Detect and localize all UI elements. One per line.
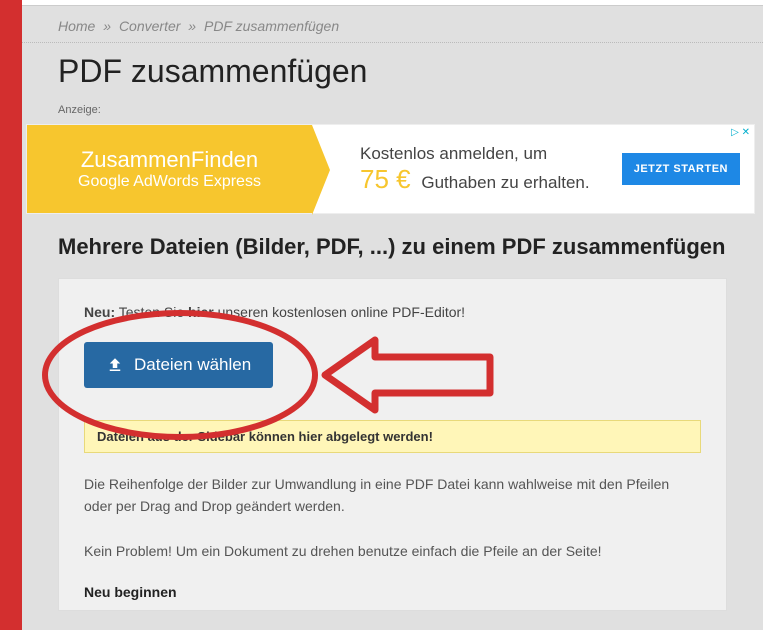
- breadcrumb-converter[interactable]: Converter: [119, 18, 180, 34]
- ad-brand-panel: ZusammenFinden Google AdWords Express: [27, 125, 312, 213]
- hier-link[interactable]: hier: [188, 304, 214, 320]
- upload-panel: Neu: Testen Sie hier unseren kostenlosen…: [58, 278, 727, 611]
- ad-label: Anzeige:: [22, 98, 763, 120]
- breadcrumb: Home » Converter » PDF zusammenfügen: [22, 6, 763, 42]
- page-title: PDF zusammenfügen: [22, 42, 763, 98]
- ad-text-line2: Guthaben zu erhalten.: [421, 173, 589, 192]
- section-subtitle: Mehrere Dateien (Bilder, PDF, ...) zu ei…: [22, 214, 763, 278]
- choose-files-button[interactable]: Dateien wählen: [84, 342, 273, 388]
- breadcrumb-sep: »: [184, 18, 200, 34]
- neu-label: Neu:: [84, 304, 115, 320]
- reorder-hint: Die Reihenfolge der Bilder zur Umwandlun…: [84, 473, 701, 518]
- breadcrumb-home[interactable]: Home: [58, 18, 95, 34]
- main-content: Home » Converter » PDF zusammenfügen PDF…: [22, 0, 763, 611]
- sidebar-stripe: [0, 0, 22, 630]
- drop-zone[interactable]: Dateien aus der Sidebar können hier abge…: [84, 420, 701, 453]
- breadcrumb-current: PDF zusammenfügen: [204, 18, 339, 34]
- ad-price: 75 €: [360, 164, 417, 194]
- ad-brand-subtitle: Google AdWords Express: [78, 173, 261, 191]
- rotate-hint: Kein Problem! Um ein Dokument zu drehen …: [84, 540, 701, 562]
- breadcrumb-sep: »: [99, 18, 115, 34]
- ad-cta-button[interactable]: JETZT STARTEN: [622, 153, 740, 185]
- adchoices-icon[interactable]: ▷ ✕: [731, 127, 750, 138]
- choose-files-label: Dateien wählen: [134, 355, 251, 375]
- ad-brand-title: ZusammenFinden: [81, 147, 258, 173]
- new-feature-text: Neu: Testen Sie hier unseren kostenlosen…: [84, 304, 701, 320]
- ad-text: Kostenlos anmelden, um 75 € Guthaben zu …: [312, 125, 622, 213]
- upload-icon: [106, 356, 124, 374]
- restart-link[interactable]: Neu beginnen: [84, 584, 701, 600]
- ad-banner[interactable]: ZusammenFinden Google AdWords Express Ko…: [26, 124, 755, 214]
- ad-text-line1: Kostenlos anmelden, um: [360, 144, 590, 164]
